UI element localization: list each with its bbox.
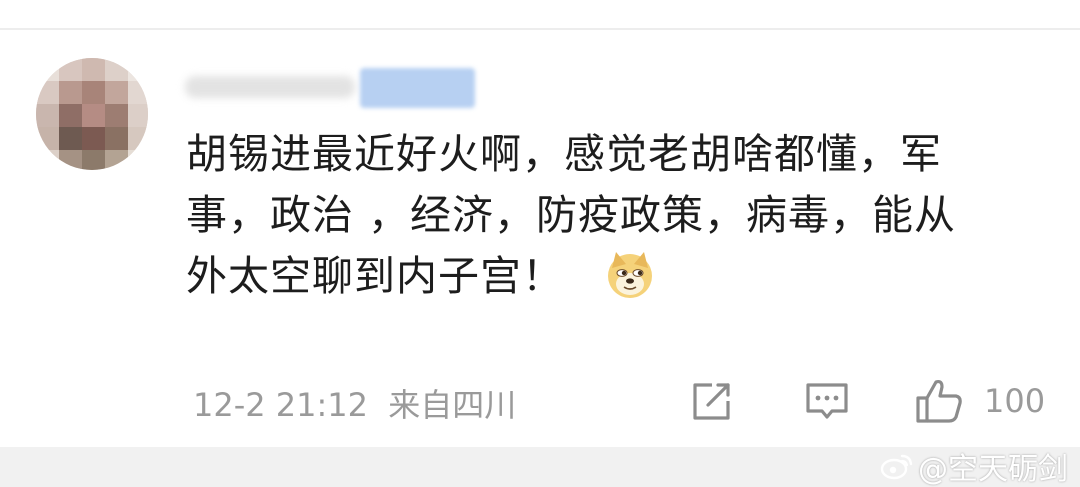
weibo-logo-icon	[880, 454, 913, 480]
comment-body: 胡锡进最近好火啊，感觉老胡啥都懂，军 事，政治 ，经济，防疫政策，病毒，能从 外…	[186, 124, 1026, 307]
watermark-text: @空天砺剑	[918, 452, 1068, 487]
share-icon	[693, 383, 730, 420]
comment-line-3-text: 外太空聊到内子宫！	[186, 252, 564, 300]
share-button[interactable]	[688, 376, 736, 426]
avatar[interactable]	[36, 58, 148, 170]
like-count: 100	[984, 382, 1046, 420]
comment-line-3: 外太空聊到内子宫！	[186, 246, 1026, 307]
like-button[interactable]: 100	[912, 376, 1052, 426]
comment-meta: 12-2 21:12 来自四川	[193, 380, 516, 426]
thumbs-up-icon	[916, 379, 962, 423]
username-blurred[interactable]	[185, 68, 485, 108]
timestamp: 12-2 21:12	[193, 386, 369, 424]
comment-screen: 胡锡进最近好火啊，感觉老胡啥都懂，军 事，政治 ，经济，防疫政策，病毒，能从 外…	[0, 0, 1080, 487]
location: 来自四川	[388, 386, 517, 424]
doge-emoji-icon	[608, 252, 652, 298]
blurred-name	[185, 76, 355, 98]
divider	[0, 28, 1080, 30]
blurred-badge	[360, 68, 475, 108]
watermark: @空天砺剑	[880, 444, 1068, 487]
comment-line-2: 事，政治 ，经济，防疫政策，病毒，能从	[186, 191, 957, 239]
comment-icon	[806, 383, 848, 419]
comment-button[interactable]	[803, 376, 851, 426]
comment-line-1: 胡锡进最近好火啊，感觉老胡啥都懂，军	[186, 130, 942, 178]
